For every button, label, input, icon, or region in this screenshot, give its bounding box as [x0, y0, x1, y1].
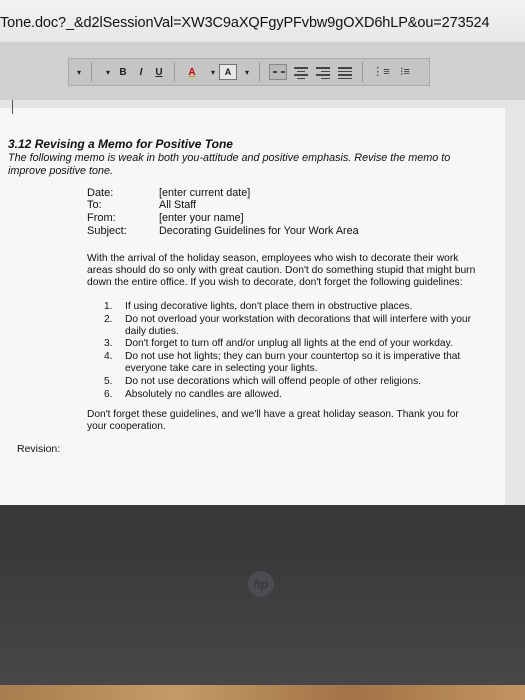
- laptop-bezel: [0, 505, 525, 555]
- underline-button[interactable]: U: [150, 62, 168, 82]
- memo-to-value: All Staff: [159, 199, 197, 211]
- list-item: 1. If using decorative lights, don't plac…: [104, 301, 484, 313]
- bold-button[interactable]: B: [114, 62, 132, 82]
- align-center-icon[interactable]: [293, 65, 309, 79]
- revision-label: Revision:: [17, 443, 61, 455]
- list-number: 6.: [104, 388, 113, 400]
- memo-intro-paragraph: With the arrival of the holiday season, …: [87, 253, 476, 289]
- font-color-button[interactable]: A: [181, 62, 203, 82]
- align-right-icon[interactable]: [315, 65, 331, 79]
- formatting-toolbar: ▾ ▾ B I U A ▾ A ▾ ⋮≡ ⁝≡: [68, 58, 430, 86]
- list-item-text: Do not use hot lights; they can burn you…: [125, 351, 461, 374]
- style-dropdown-icon[interactable]: ▾: [102, 62, 114, 82]
- exercise-title: 3.12 Revising a Memo for Positive Tone: [8, 137, 233, 151]
- memo-subject-value: Decorating Guidelines for Your Work Area: [159, 225, 359, 237]
- memo-from-value: [enter your name]: [159, 212, 244, 224]
- hp-logo: hp: [248, 571, 274, 597]
- list-item: 3. Don't forget to turn off and/or unplug…: [104, 338, 484, 350]
- numbered-list-icon[interactable]: ⋮≡: [372, 65, 389, 79]
- memo-to-label: To:: [87, 199, 102, 211]
- list-item: 5. Do not use decorations which will offe…: [104, 376, 484, 388]
- bulleted-list-icon[interactable]: ⁝≡: [397, 65, 413, 79]
- highlight-color-button[interactable]: A: [219, 64, 237, 80]
- highlight-dropdown-icon[interactable]: ▾: [241, 62, 253, 82]
- list-item: 2. Do not overload your workstation with …: [104, 314, 484, 338]
- justify-icon[interactable]: [337, 65, 353, 79]
- toolbar-divider: [259, 62, 260, 82]
- font-size-dropdown-icon[interactable]: ▾: [73, 62, 85, 82]
- list-number: 2.: [104, 313, 113, 325]
- browser-address-bar[interactable]: Tone.doc?_&d2lSessionVal=XW3C9aXQFgyPFvb…: [0, 0, 525, 42]
- list-number: 1.: [104, 301, 113, 312]
- memo-date-value: [enter current date]: [159, 187, 251, 199]
- list-item-text: Do not overload your workstation with de…: [125, 313, 471, 337]
- font-color-dropdown-icon[interactable]: ▾: [207, 62, 219, 82]
- toolbar-divider: [174, 62, 175, 82]
- list-number: 5.: [104, 375, 113, 387]
- italic-button[interactable]: I: [132, 62, 150, 82]
- memo-date-label: Date:: [87, 187, 114, 199]
- url-text[interactable]: Tone.doc?_&d2lSessionVal=XW3C9aXQFgyPFvb…: [0, 15, 490, 31]
- list-item: 4. Do not use hot lights; they can burn y…: [104, 351, 484, 375]
- desk-surface: [0, 685, 525, 700]
- guidelines-list: 1. If using decorative lights, don't plac…: [104, 301, 484, 401]
- laptop-screen: Tone.doc?_&d2lSessionVal=XW3C9aXQFgyPFvb…: [0, 0, 525, 505]
- memo-from-label: From:: [87, 212, 116, 224]
- list-number: 3.: [104, 338, 113, 350]
- list-item-text: Don't forget to turn off and/or unplug a…: [125, 338, 453, 350]
- list-number: 4.: [104, 351, 113, 363]
- toolbar-divider: [362, 62, 363, 82]
- list-item-text: If using decorative lights, don't place …: [125, 301, 413, 312]
- exercise-instructions: The following memo is weak in both you-a…: [8, 152, 451, 177]
- toolbar-divider: [91, 62, 92, 82]
- list-item-text: Absolutely no candles are allowed.: [125, 388, 282, 400]
- memo-closing: Don't forget these guidelines, and we'll…: [87, 409, 459, 432]
- memo-subject-label: Subject:: [87, 225, 127, 237]
- list-item-text: Do not use decorations which will offend…: [125, 375, 421, 387]
- text-cursor: [12, 100, 13, 114]
- align-left-icon[interactable]: [269, 64, 287, 80]
- list-item: 6. Absolutely no candles are allowed.: [104, 389, 484, 401]
